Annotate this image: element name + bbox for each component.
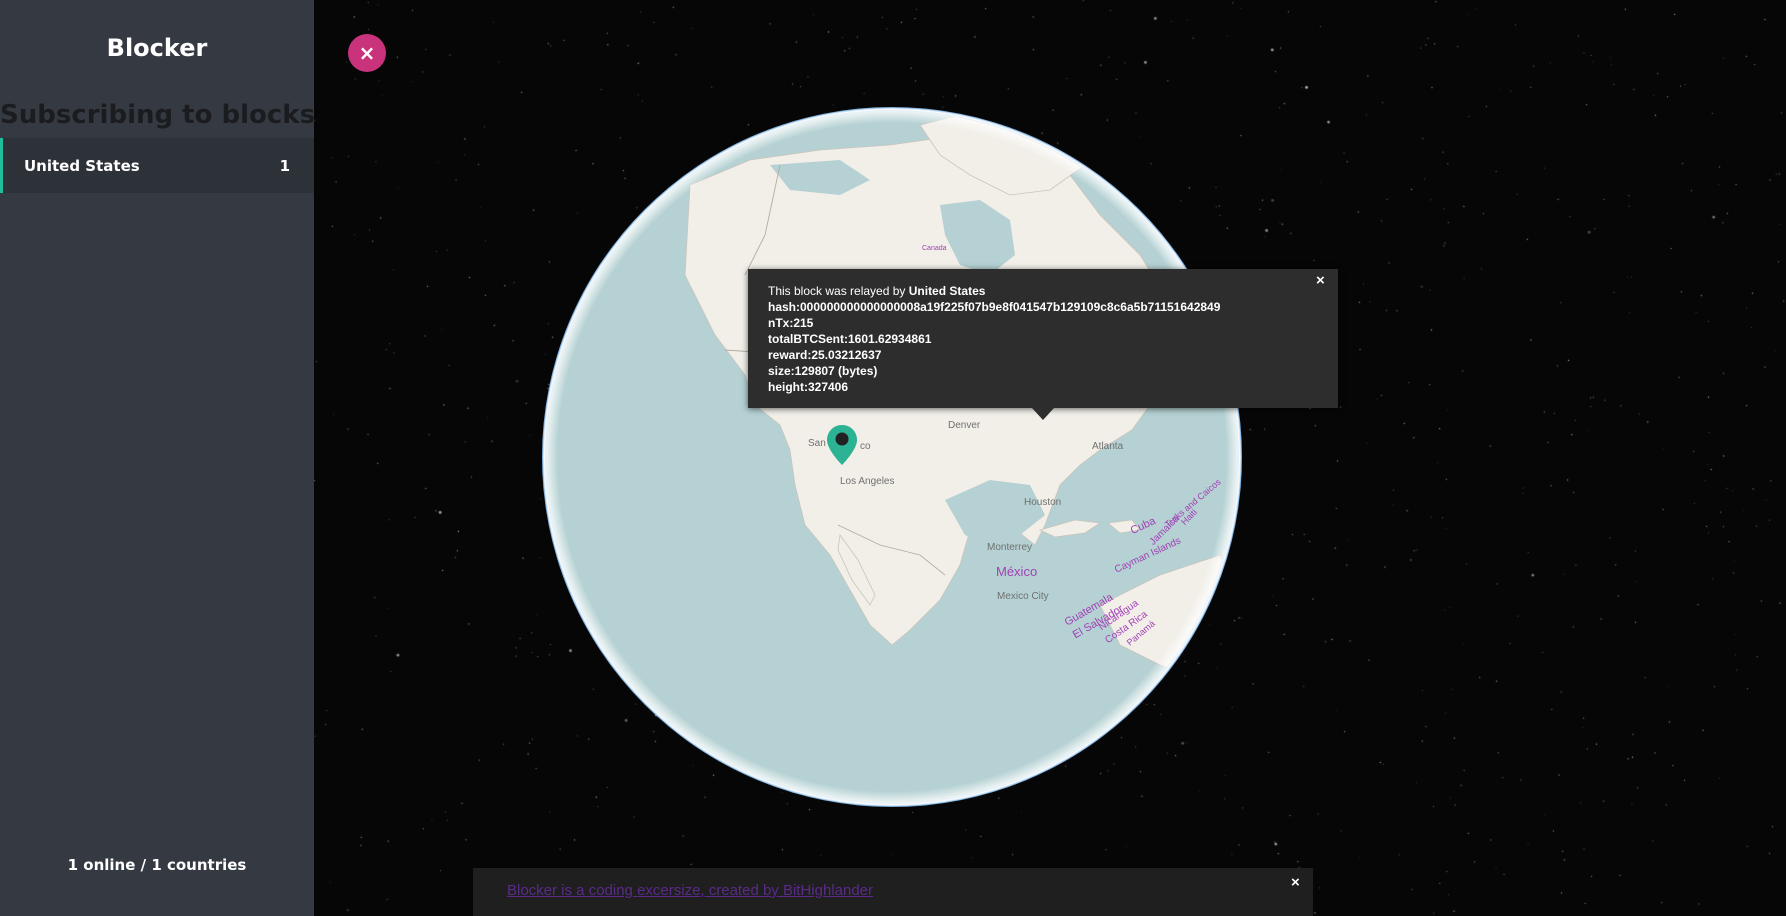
close-icon: ×	[358, 41, 376, 65]
map-label-mexico: México	[996, 564, 1038, 579]
section-title: Subscribing to blocks	[0, 100, 316, 130]
popup-relay-line: This block was relayed by United States	[768, 283, 1318, 299]
popup-height: height:327406	[768, 380, 849, 394]
map-label-monterrey: Monterrey	[987, 542, 1033, 553]
country-count: 1	[279, 156, 290, 175]
map-label-atlanta: Atlanta	[1092, 441, 1124, 452]
popup-total-btc-sent: totalBTCSent:1601.62934861	[768, 332, 932, 346]
popup-reward: reward:25.03212637	[768, 348, 882, 362]
globe-rim	[543, 108, 1241, 806]
popup-ntx: nTx:215	[768, 316, 814, 330]
banner-close-icon[interactable]: ×	[1291, 874, 1300, 891]
globe-map[interactable]	[540, 105, 1244, 809]
sidebar-item-united-states[interactable]: United States 1	[0, 138, 314, 193]
popup-size: size:129807 (bytes)	[768, 364, 878, 378]
popup-hash: hash:000000000000000008a19f225f07b9e8f04…	[768, 300, 1221, 314]
popup-relay-prefix: This block was relayed by	[768, 284, 909, 298]
close-sidebar-button[interactable]: ×	[348, 34, 386, 72]
popup-pointer	[1032, 408, 1054, 420]
map-marker-pin-icon[interactable]	[826, 424, 858, 466]
map-label-houston: Houston	[1024, 497, 1062, 508]
block-info-popup: This block was relayed by United States …	[748, 269, 1338, 408]
popup-close-icon[interactable]: ×	[1316, 272, 1325, 289]
footer-banner: Blocker is a coding excersize, created b…	[473, 868, 1313, 916]
map-label-san-francisco: San	[808, 438, 826, 449]
app-title: Blocker	[106, 34, 208, 62]
map-label-denver: Denver	[948, 420, 981, 431]
sidebar: Blocker Subscribing to blocks United Sta…	[0, 0, 316, 916]
map-label-los-angeles: Los Angeles	[840, 476, 895, 487]
map-label-mexico-city: Mexico City	[997, 591, 1049, 602]
country-name: United States	[24, 156, 140, 175]
map-label-canada: Canada	[922, 245, 947, 252]
map-label-san-francisco-end: co	[860, 441, 871, 452]
popup-relay-country: United States	[908, 284, 986, 298]
credits-link[interactable]: Blocker is a coding excersize, created b…	[507, 882, 873, 899]
online-status: 1 online / 1 countries	[67, 856, 247, 874]
